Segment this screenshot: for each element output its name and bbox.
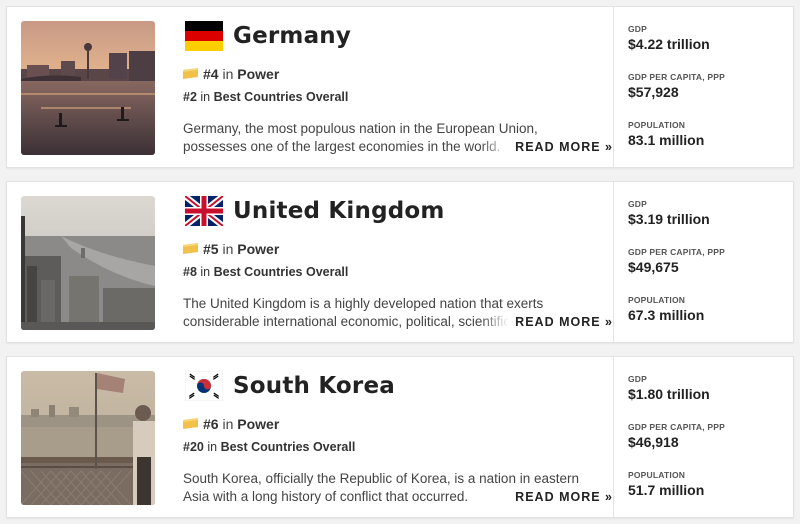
gdp-per-capita-value: $49,675 [628, 259, 679, 275]
gdp-per-capita-value: $46,918 [628, 434, 679, 450]
in-word: in [222, 66, 234, 82]
read-more-link[interactable]: READ MORE » [481, 313, 613, 331]
south-korea-flag-icon [185, 371, 223, 401]
country-photo[interactable] [21, 371, 155, 505]
population-value: 51.7 million [628, 482, 705, 498]
power-category-link[interactable]: Power [237, 66, 279, 82]
country-card-germany[interactable]: Germany #4 in Power #2 in Best Countries… [6, 6, 794, 168]
gdp-label: GDP [628, 374, 648, 384]
country-summary: Germany #4 in Power #2 in Best Countries… [183, 7, 613, 167]
divider [613, 182, 614, 342]
population-value: 83.1 million [628, 132, 705, 148]
overall-rank[interactable]: #8 in Best Countries Overall [183, 264, 348, 280]
overall-rank-number: #8 [183, 265, 197, 279]
gdp-per-capita-label: GDP PER CAPITA, PPP [628, 72, 726, 82]
population-label: POPULATION [628, 295, 686, 305]
germany-flag-icon [185, 21, 223, 51]
overall-rank[interactable]: #2 in Best Countries Overall [183, 89, 348, 105]
country-summary: United Kingdom #5 in Power #8 in Best Co… [183, 182, 613, 342]
country-name[interactable]: United Kingdom [233, 196, 445, 226]
country-name[interactable]: Germany [233, 21, 351, 51]
in-word: in [207, 440, 218, 454]
overall-rank-number: #2 [183, 90, 197, 104]
gdp-per-capita-value: $57,928 [628, 84, 679, 100]
country-name[interactable]: South Korea [233, 371, 395, 401]
power-rank[interactable]: #6 in Power [183, 415, 279, 433]
gdp-per-capita-label: GDP PER CAPITA, PPP [628, 422, 726, 432]
country-stats: GDP $4.22 trillion GDP PER CAPITA, PPP $… [628, 7, 788, 167]
uk-flag-icon [185, 196, 223, 226]
power-rank[interactable]: #4 in Power [183, 65, 279, 83]
overall-category-link[interactable]: Best Countries Overall [214, 265, 349, 279]
gdp-value: $1.80 trillion [628, 386, 710, 402]
gdp-label: GDP [628, 199, 648, 209]
in-word: in [200, 265, 211, 279]
in-word: in [222, 416, 234, 432]
country-stats: GDP $3.19 trillion GDP PER CAPITA, PPP $… [628, 182, 788, 342]
in-word: in [200, 90, 211, 104]
overall-rank-number: #20 [183, 440, 204, 454]
gdp-value: $4.22 trillion [628, 36, 710, 52]
in-word: in [222, 241, 234, 257]
power-category-link[interactable]: Power [237, 241, 279, 257]
population-label: POPULATION [628, 120, 686, 130]
country-summary: South Korea #6 in Power #20 in Best Coun… [183, 357, 613, 517]
gdp-per-capita-label: GDP PER CAPITA, PPP [628, 247, 726, 257]
gdp-value: $3.19 trillion [628, 211, 710, 227]
ribbon-badge-icon [183, 67, 198, 79]
power-rank[interactable]: #5 in Power [183, 240, 279, 258]
read-more-link[interactable]: READ MORE » [481, 138, 613, 156]
overall-rank[interactable]: #20 in Best Countries Overall [183, 439, 355, 455]
divider [613, 7, 614, 167]
divider [613, 357, 614, 517]
ribbon-badge-icon [183, 417, 198, 429]
population-value: 67.3 million [628, 307, 705, 323]
overall-category-link[interactable]: Best Countries Overall [214, 90, 349, 104]
country-stats: GDP $1.80 trillion GDP PER CAPITA, PPP $… [628, 357, 788, 517]
read-more-link[interactable]: READ MORE » [481, 488, 613, 506]
country-photo[interactable] [21, 196, 155, 330]
country-list: Germany #4 in Power #2 in Best Countries… [0, 0, 800, 524]
power-rank-number: #6 [203, 416, 219, 432]
country-card-south-korea[interactable]: South Korea #6 in Power #20 in Best Coun… [6, 356, 794, 518]
power-category-link[interactable]: Power [237, 416, 279, 432]
population-label: POPULATION [628, 470, 686, 480]
overall-category-link[interactable]: Best Countries Overall [221, 440, 356, 454]
power-rank-number: #4 [203, 66, 219, 82]
power-rank-number: #5 [203, 241, 219, 257]
gdp-label: GDP [628, 24, 648, 34]
ribbon-badge-icon [183, 242, 198, 254]
country-card-united-kingdom[interactable]: United Kingdom #5 in Power #8 in Best Co… [6, 181, 794, 343]
country-photo[interactable] [21, 21, 155, 155]
